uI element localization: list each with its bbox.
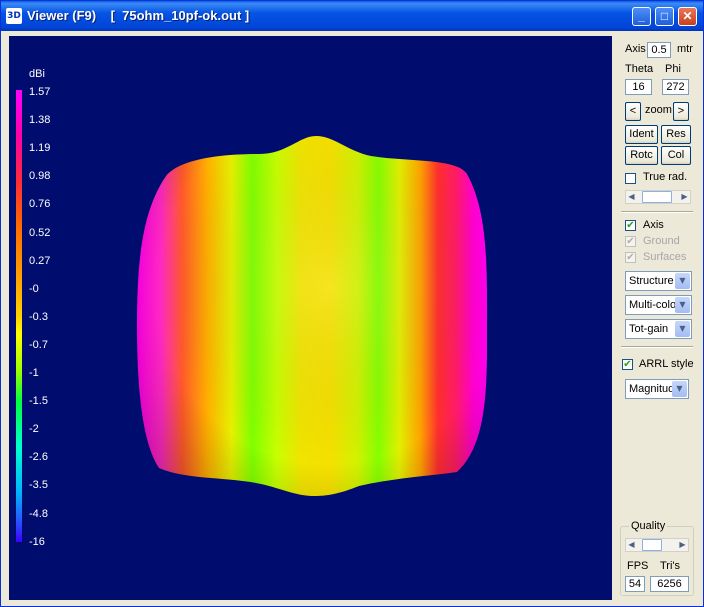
slider-left-icon[interactable]: ◀ — [626, 191, 637, 203]
axis-unit-label: mtr — [677, 43, 693, 55]
separator — [621, 211, 693, 213]
axis-size-input[interactable]: 0.5 — [647, 42, 671, 58]
gain-type-select[interactable]: Tot-gain ▼ — [625, 319, 692, 339]
theta-label: Theta — [625, 63, 654, 75]
ground-label: Ground — [643, 235, 680, 247]
col-button[interactable]: Col — [661, 146, 691, 165]
slider-right-icon[interactable]: ▶ — [677, 539, 688, 551]
3d-viewport[interactable]: dBi 1.57 1.38 1.19 0.98 0.76 0.52 0.27 -0 -0.3 -0… — [9, 36, 612, 600]
quality-label: Quality — [629, 520, 668, 532]
phi-label: Phi — [665, 63, 681, 75]
app-3d-icon: 3D — [6, 8, 22, 24]
window-title: Viewer (F9) [ 75ohm_10pf-ok.out ] — [27, 8, 250, 23]
magnitude-select[interactable]: Magnitude ▼ — [625, 379, 689, 399]
tris-value: 6256 — [650, 576, 689, 592]
axis-check-label: Axis — [643, 219, 664, 231]
color-mode-select-value: Multi-color — [629, 299, 680, 311]
minimize-icon: _ — [638, 9, 645, 23]
slider-right-icon[interactable]: ▶ — [679, 191, 690, 203]
tris-label: Tri's — [660, 560, 681, 572]
axis-checkbox[interactable]: ✔ — [625, 220, 636, 231]
gain-type-select-value: Tot-gain — [629, 323, 669, 335]
structure-select-value: Structure — [629, 275, 674, 287]
zoom-out-button[interactable]: < — [625, 102, 641, 121]
chevron-down-icon[interactable]: ▼ — [675, 273, 690, 289]
structure-select[interactable]: Structure ▼ — [625, 271, 692, 291]
true-rad-label: True rad. — [643, 171, 688, 183]
minimize-button[interactable]: _ — [632, 7, 651, 26]
fps-label: FPS — [627, 560, 649, 572]
res-button[interactable]: Res — [661, 125, 691, 144]
rotc-button[interactable]: Rotc — [625, 146, 658, 165]
color-mode-select[interactable]: Multi-color ▼ — [625, 295, 692, 315]
maximize-icon: □ — [660, 9, 669, 23]
surfaces-checkbox: ✔ — [625, 252, 636, 263]
fps-value: 54 — [625, 576, 645, 592]
title-bar[interactable]: 3D Viewer (F9) [ 75ohm_10pf-ok.out ] _ □… — [1, 1, 703, 31]
zoom-label: zoom — [645, 104, 672, 116]
true-rad-slider[interactable]: ◀ ▶ — [625, 190, 691, 204]
chevron-down-icon[interactable]: ▼ — [675, 297, 690, 313]
slider-thumb[interactable] — [642, 191, 672, 203]
ident-button[interactable]: Ident — [625, 125, 658, 144]
phi-input[interactable]: 272 — [662, 79, 689, 95]
separator — [621, 346, 693, 348]
ground-checkbox: ✔ — [625, 236, 636, 247]
control-panel: Axis 0.5 mtr Theta Phi 16 272 < zoom > I… — [615, 36, 697, 600]
close-button[interactable]: ✕ — [678, 7, 697, 26]
radiation-pattern — [137, 136, 488, 496]
slider-thumb[interactable] — [642, 539, 662, 551]
viewer-window: 3D Viewer (F9) [ 75ohm_10pf-ok.out ] _ □… — [0, 0, 704, 607]
theta-input[interactable]: 16 — [625, 79, 652, 95]
axis-label: Axis — [625, 43, 646, 55]
maximize-button[interactable]: □ — [655, 7, 674, 26]
quality-slider[interactable]: ◀ ▶ — [625, 538, 689, 552]
arrl-style-checkbox[interactable]: ✔ — [622, 359, 633, 370]
close-icon: ✕ — [682, 9, 693, 23]
arrl-style-label: ARRL style — [639, 358, 694, 370]
slider-left-icon[interactable]: ◀ — [626, 539, 637, 551]
zoom-in-button[interactable]: > — [673, 102, 689, 121]
chevron-down-icon[interactable]: ▼ — [672, 381, 687, 397]
surfaces-label: Surfaces — [643, 251, 687, 263]
true-rad-checkbox[interactable] — [625, 173, 636, 184]
chevron-down-icon[interactable]: ▼ — [675, 321, 690, 337]
